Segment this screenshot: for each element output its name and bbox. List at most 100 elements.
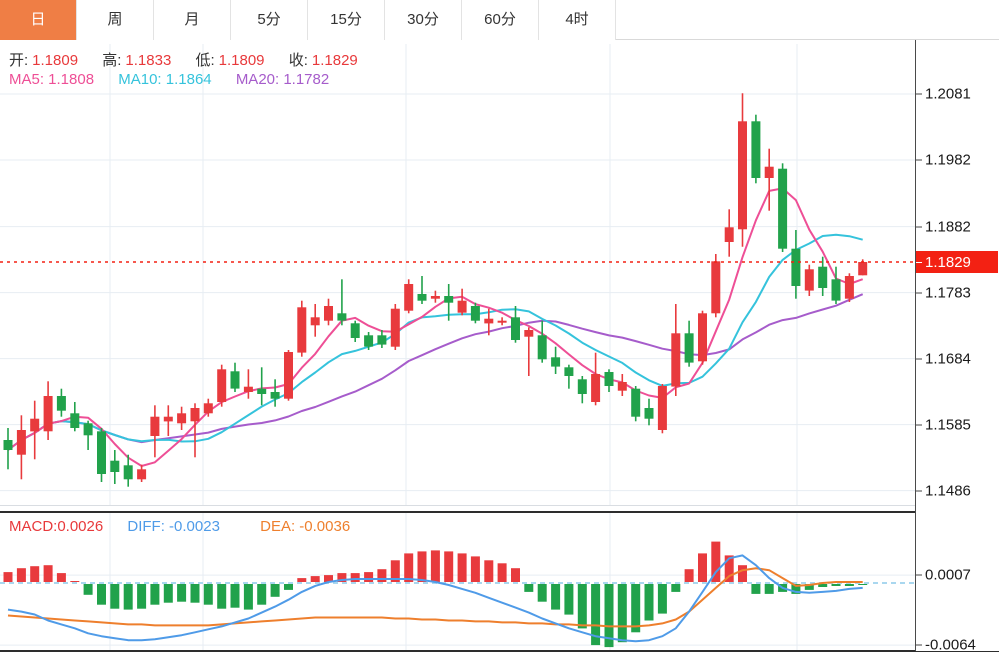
macd-hist-bar (110, 584, 120, 609)
ma5-value: MA5: 1.1808 (9, 71, 95, 88)
macd-hist-bar (257, 584, 267, 605)
macd-hist-bar (217, 584, 227, 609)
candle-body (30, 418, 40, 432)
macd-hist-bar (150, 584, 160, 605)
macd-hist-bar (137, 584, 147, 609)
ma-readout: MA5: 1.1808 MA10: 1.1864 MA20: 1.1782 (9, 71, 333, 88)
candle-body (390, 308, 400, 347)
macd-hist-bar (698, 553, 707, 582)
macd-hist-bar (751, 584, 761, 594)
macd-hist-bar (497, 563, 507, 582)
candle-body (324, 306, 333, 321)
macd-hist-bar (524, 584, 534, 592)
macd-hist-bar (203, 584, 213, 605)
ma20-value: MA20: 1.1782 (235, 71, 330, 88)
candle-body (137, 469, 147, 480)
candle-body (724, 227, 734, 242)
candle-body (617, 382, 627, 391)
timeframe-tabbar: 日周月 5分 15分 30分 60分 4时 (0, 0, 999, 40)
candle-body (497, 320, 507, 323)
candle-body (604, 372, 614, 386)
candle-body (564, 367, 574, 376)
macd-hist-bar (671, 584, 681, 592)
ma10-line (7, 233, 863, 451)
candle-body (97, 431, 106, 474)
macd-hist-bar (97, 584, 106, 605)
candle-body (778, 168, 788, 249)
timeframe-tab-2[interactable]: 月 (154, 0, 231, 40)
macd-hist-bar (417, 551, 427, 582)
ma20-line (7, 293, 864, 451)
macd-hist-bar (83, 584, 93, 595)
price-tick-label: 1.1585 (916, 416, 971, 433)
macd-hist-bar (484, 560, 494, 582)
candle-body (43, 396, 53, 432)
candle-body (657, 386, 667, 430)
candle-body (270, 392, 280, 399)
candle-body (163, 416, 173, 422)
macd-hist-bar (537, 584, 547, 602)
candle-body (591, 374, 601, 402)
macd-hist-bar (163, 584, 173, 603)
macd-hist-bar (16, 568, 26, 582)
candle-body (738, 121, 747, 230)
candle-body (417, 294, 427, 301)
macd-hist-bar (243, 584, 253, 610)
macd-hist-bar (631, 584, 641, 633)
candle-body (257, 388, 267, 394)
candlestick-chart[interactable] (0, 40, 915, 512)
price-axis: 1.2081 1.1982 1.1882 1.1783 1.1684 1.1585 1.14… (915, 40, 999, 512)
macd-hist-bar (844, 584, 854, 586)
macd-hist-bar (831, 584, 841, 586)
candle-body (16, 430, 26, 455)
candle-body (350, 323, 360, 338)
close-value: 1.1829 (311, 52, 358, 69)
timeframe-tab-6[interactable]: 60分 (462, 0, 539, 40)
panel-divider-line (0, 511, 999, 513)
candle-body (404, 284, 414, 311)
macd-hist-bar (657, 584, 667, 614)
candle-body (123, 465, 133, 480)
macd-hist-bar (764, 584, 774, 594)
macd-tick-label: -0.0064 (916, 637, 976, 654)
candle-body (3, 440, 13, 450)
candle-body (284, 352, 293, 399)
candle-body (551, 357, 561, 367)
macd-hist-bar (684, 569, 694, 582)
candle-body (644, 408, 654, 419)
macd-tick-label: 0.0007 (916, 567, 971, 584)
candle-body (56, 396, 66, 411)
candle-body (190, 408, 200, 422)
timeframe-tab-5[interactable]: 30分 (385, 0, 462, 40)
ohlc-readout: 开: 1.1809 高: 1.1833 低: 1.1809 收: 1.1829 (9, 49, 362, 70)
macd-hist-bar (297, 578, 307, 582)
candle-body (537, 335, 547, 360)
candle-body (217, 369, 227, 402)
candle-body (70, 413, 80, 428)
candle-body (364, 335, 374, 347)
macd-hist-bar (230, 584, 240, 608)
candle-body (751, 121, 761, 178)
macd-hist-bar (70, 581, 80, 582)
timeframe-tab-3[interactable]: 5分 (231, 0, 308, 40)
timeframe-tab-7[interactable]: 4时 (539, 0, 616, 40)
price-tick-label: 1.1982 (916, 152, 971, 169)
macd-hist-bar (270, 584, 280, 597)
timeframe-tab-0[interactable]: 日 (0, 0, 77, 40)
timeframe-tab-1[interactable]: 周 (77, 0, 154, 40)
candle-body (430, 296, 440, 299)
candle-body (511, 317, 520, 340)
candle-body (764, 166, 774, 178)
macd-hist-bar (404, 553, 414, 582)
macd-hist-bar (577, 584, 587, 629)
timeframe-tab-4[interactable]: 15分 (308, 0, 385, 40)
candle-body (230, 371, 240, 389)
diff-value: DIFF: -0.0023 (127, 518, 220, 535)
candle-body (631, 388, 641, 417)
macd-hist-bar (350, 573, 360, 582)
macd-readout: MACD:0.0026 DIFF: -0.0023 DEA: -0.0036 (9, 518, 354, 535)
macd-hist-bar (3, 572, 13, 582)
macd-hist-bar (310, 576, 320, 582)
macd-hist-bar (284, 584, 293, 590)
candle-body (83, 423, 93, 436)
